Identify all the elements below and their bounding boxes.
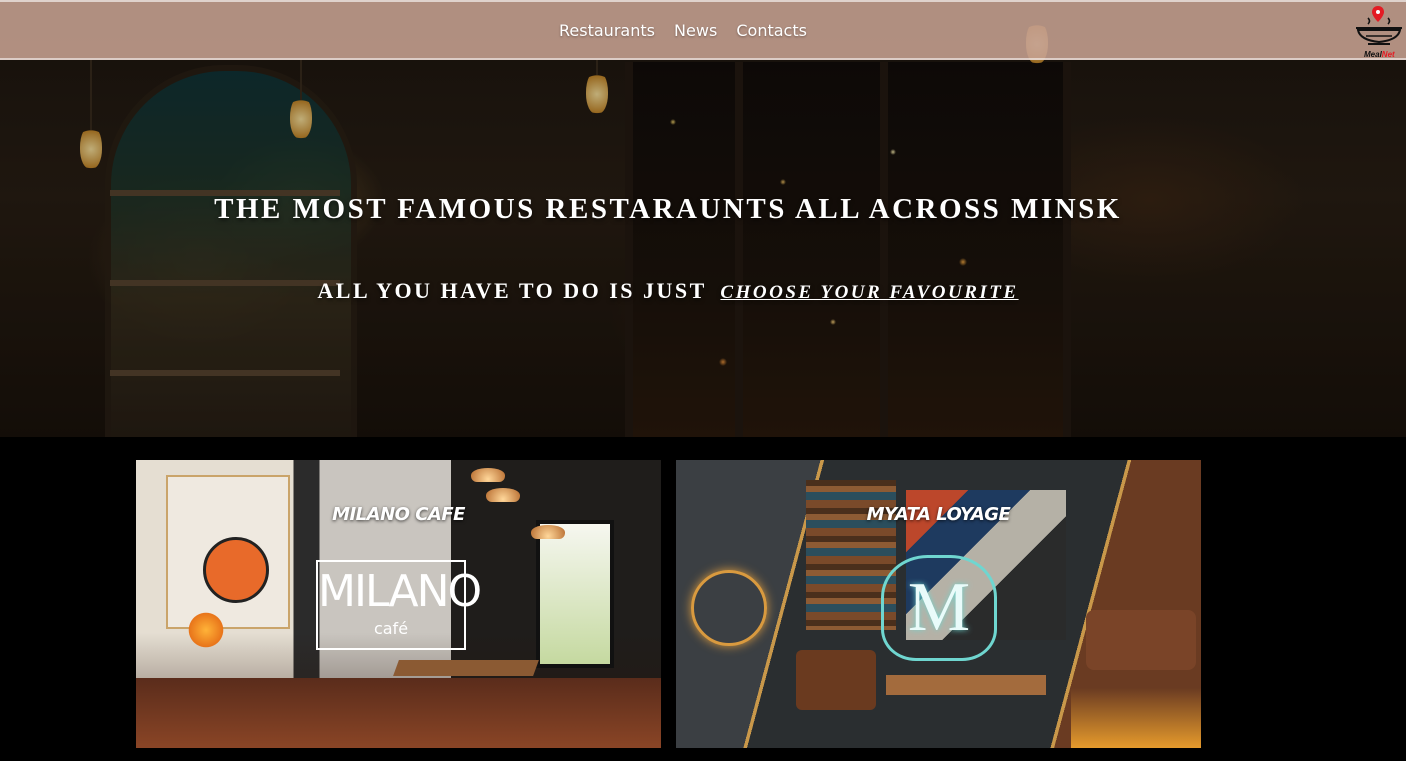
neon-wall-sign <box>691 570 767 646</box>
leather-sofa <box>1086 610 1196 670</box>
logo-wordmark: MealNet <box>1364 50 1395 59</box>
restaurant-card-milano-cafe[interactable]: MILANO café MILANO CAFE <box>136 460 661 748</box>
site-logo[interactable]: MealNet <box>1352 4 1406 62</box>
pendant-lamp <box>486 488 520 502</box>
pendant-lamp <box>531 525 565 539</box>
leather-sofa <box>796 650 876 710</box>
cafe-table <box>393 660 539 676</box>
nav-links: Restaurants News Contacts <box>0 21 1366 40</box>
hero-banner: THE MOST FAMOUS RESTARAUNTS ALL ACROSS M… <box>0 0 1406 437</box>
hero-title: THE MOST FAMOUS RESTARAUNTS ALL ACROSS M… <box>214 193 1122 225</box>
wall-poster <box>166 475 290 629</box>
nav-link-news[interactable]: News <box>674 21 717 40</box>
restaurant-card-myata-loyage[interactable]: M MYATA LOYAGE <box>676 460 1201 748</box>
choose-favourite-link[interactable]: CHOOSE YOUR FAVOURITE <box>720 282 1018 303</box>
hero-subtitle-text: ALL YOU HAVE TO DO IS JUST <box>317 278 707 303</box>
lounge-table <box>886 675 1046 695</box>
flower-decor <box>186 610 226 650</box>
myata-emblem: M <box>881 555 997 661</box>
pendant-lamp <box>471 468 505 482</box>
nav-link-contacts[interactable]: Contacts <box>736 21 807 40</box>
card-title: MILANO CAFE <box>332 504 465 525</box>
floor-glow <box>1071 688 1201 748</box>
nav-link-restaurants[interactable]: Restaurants <box>559 21 655 40</box>
cafe-window <box>536 520 614 668</box>
hero-subtitle: ALL YOU HAVE TO DO IS JUST CHOOSE YOUR F… <box>0 278 1336 304</box>
milano-neon-sign: MILANO café <box>316 560 482 650</box>
top-navbar: Restaurants News Contacts MealNet <box>0 0 1406 60</box>
steaming-dish-with-location-pin-icon <box>1356 6 1402 45</box>
card-title: MYATA LOYAGE <box>866 504 1011 525</box>
cafe-floor <box>136 678 661 748</box>
